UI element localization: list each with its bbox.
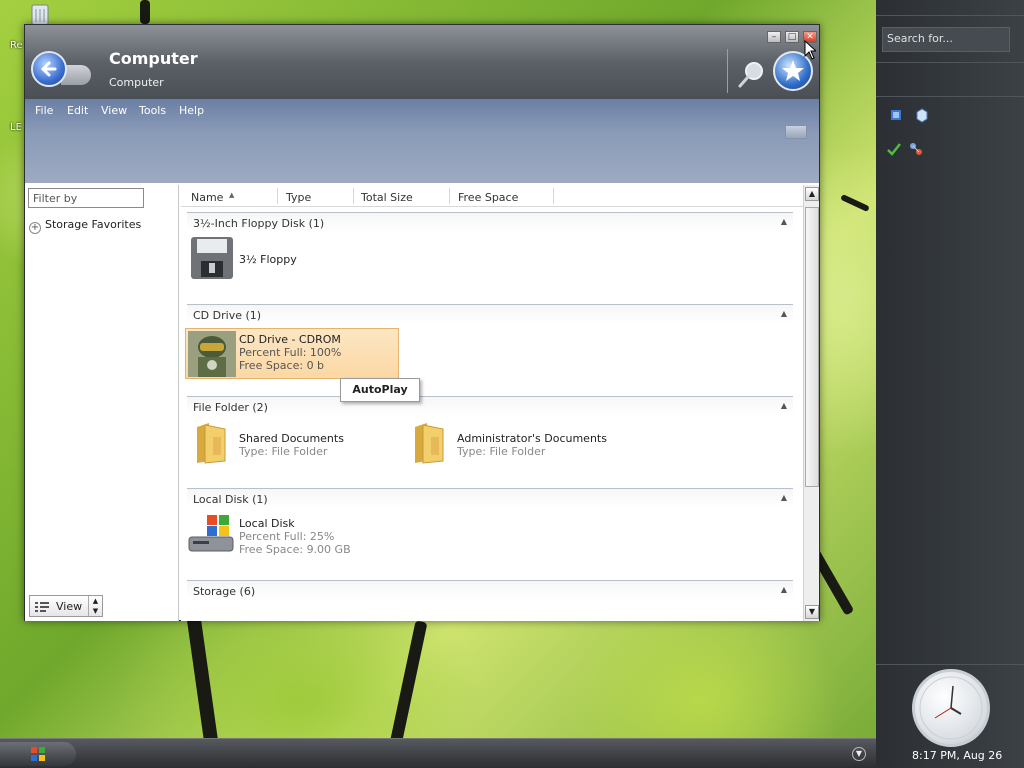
clock-time-label: 8:17 PM, Aug 26 xyxy=(912,749,1003,762)
menu-edit[interactable]: Edit xyxy=(67,104,88,117)
cd-drive-icon xyxy=(188,331,236,377)
column-divider xyxy=(353,188,354,204)
group-label: 3½-Inch Floppy Disk (1) xyxy=(193,217,325,230)
list-view-icon xyxy=(35,602,49,612)
sidebar-divider xyxy=(876,96,1024,97)
item-shared-documents-name[interactable]: Shared Documents xyxy=(239,432,344,445)
sort-ascending-icon: ▲ xyxy=(229,191,235,199)
group-label: CD Drive (1) xyxy=(193,309,262,322)
clock-icon xyxy=(919,676,983,740)
gadget-cube-icon[interactable] xyxy=(914,107,930,123)
group-header-floppy[interactable]: 3½-Inch Floppy Disk (1) ▲ xyxy=(187,212,793,232)
mouse-cursor-icon xyxy=(804,40,816,60)
item-cd-drive[interactable]: CD Drive - CDROM Percent Full: 100% Free… xyxy=(185,328,399,379)
maximize-button[interactable]: □ xyxy=(785,31,799,43)
group-label: Storage (6) xyxy=(193,585,256,598)
group-label: Local Disk (1) xyxy=(193,493,268,506)
item-local-disk-percent: Percent Full: 25% xyxy=(239,530,335,543)
desktop-icon-label: Re xyxy=(10,40,23,51)
gadget-check-icon[interactable] xyxy=(886,141,902,157)
arrow-left-icon xyxy=(40,61,57,77)
window-breadcrumb[interactable]: Computer xyxy=(109,76,164,89)
item-shared-documents-type: Type: File Folder xyxy=(239,445,328,458)
item-cd-drive-free: Free Space: 0 b xyxy=(239,359,325,372)
gadget-blue-icon[interactable] xyxy=(888,107,904,123)
filter-input[interactable]: Filter by xyxy=(28,188,144,208)
desktop-icon-label: LE xyxy=(10,122,22,133)
column-divider xyxy=(449,188,450,204)
start-button[interactable] xyxy=(0,742,76,766)
group-header-local-disk[interactable]: Local Disk (1) ▲ xyxy=(187,488,793,508)
toolbar-divider xyxy=(727,49,728,93)
sidebar-divider xyxy=(876,664,1024,665)
windows-sidebar: Search for... 8:17 PM, Aug 26 xyxy=(876,0,1024,768)
collapse-icon[interactable]: ▲ xyxy=(781,585,787,594)
windows-logo-icon xyxy=(31,747,45,761)
item-cd-drive-name: CD Drive - CDROM xyxy=(239,333,341,346)
column-total-size[interactable]: Total Size xyxy=(361,191,413,204)
floppy-disk-icon[interactable] xyxy=(189,235,235,281)
branch-decoration xyxy=(140,0,150,24)
group-header-file-folder[interactable]: File Folder (2) ▲ xyxy=(187,396,793,416)
column-type[interactable]: Type xyxy=(286,191,311,204)
title-bar[interactable]: Computer Computer – □ ✕ xyxy=(25,25,819,99)
collapse-icon[interactable]: ▲ xyxy=(781,217,787,226)
view-button-label: View xyxy=(56,600,83,613)
column-divider xyxy=(553,188,554,204)
scroll-thumb[interactable] xyxy=(805,207,819,487)
collapse-icon[interactable]: ▲ xyxy=(781,309,787,318)
autoplay-context-button[interactable]: AutoPlay xyxy=(340,378,420,402)
collapse-icon[interactable]: ▲ xyxy=(781,401,787,410)
menu-file[interactable]: File xyxy=(35,104,53,117)
item-local-disk-name[interactable]: Local Disk xyxy=(239,517,295,530)
menu-bar: File Edit View Tools Help xyxy=(25,99,819,183)
updown-icon[interactable]: ▲ ▼ xyxy=(88,596,102,616)
minimize-button[interactable]: – xyxy=(767,31,781,43)
item-admin-documents-type: Type: File Folder xyxy=(457,445,546,458)
column-name[interactable]: Name xyxy=(191,191,223,204)
item-local-disk-free: Free Space: 9.00 GB xyxy=(239,543,351,556)
window-title: Computer xyxy=(109,49,198,68)
column-free-space[interactable]: Free Space xyxy=(458,191,518,204)
column-divider xyxy=(277,188,278,204)
storage-favorites-label: Storage Favorites xyxy=(45,218,142,231)
group-header-storage[interactable]: Storage (6) ▲ xyxy=(187,580,793,600)
scroll-down-button[interactable]: ▼ xyxy=(805,605,819,619)
expand-icon[interactable]: + xyxy=(29,222,41,234)
navigation-pane: Filter by + Storage Favorites View ▲ ▼ xyxy=(25,185,179,621)
sidebar-search-input[interactable]: Search for... xyxy=(882,27,1010,52)
item-floppy-name[interactable]: 3½ Floppy xyxy=(239,253,297,266)
collapse-icon[interactable]: ▲ xyxy=(781,493,787,502)
item-cd-drive-percent: Percent Full: 100% xyxy=(239,346,342,359)
explorer-window: Computer Computer – □ ✕ File Edit View T… xyxy=(24,24,820,621)
local-disk-icon[interactable] xyxy=(187,511,235,555)
menu-help[interactable]: Help xyxy=(179,104,204,117)
item-admin-documents-name[interactable]: Administrator's Documents xyxy=(457,432,607,445)
back-button[interactable] xyxy=(31,51,67,87)
gadget-network-icon[interactable] xyxy=(908,141,924,157)
branch-decoration xyxy=(840,193,870,213)
view-button[interactable]: View ▲ ▼ xyxy=(29,595,103,617)
folder-icon[interactable] xyxy=(409,419,449,465)
search-icon[interactable] xyxy=(737,59,767,89)
storage-favorites-item[interactable]: + Storage Favorites xyxy=(29,218,141,234)
pin-button[interactable] xyxy=(785,125,807,139)
taskbar: ▼ xyxy=(0,738,876,768)
menu-tools[interactable]: Tools xyxy=(139,104,166,117)
show-hidden-icons-button[interactable]: ▼ xyxy=(852,747,866,761)
group-header-cd-drive[interactable]: CD Drive (1) ▲ xyxy=(187,304,793,324)
group-label: File Folder (2) xyxy=(193,401,268,414)
vertical-scrollbar[interactable]: ▲ ▼ xyxy=(803,185,819,621)
sidebar-divider xyxy=(876,62,1024,63)
sidebar-top-bar xyxy=(876,0,1024,16)
menu-view[interactable]: View xyxy=(101,104,127,117)
scroll-up-button[interactable]: ▲ xyxy=(805,187,819,201)
folder-icon[interactable] xyxy=(191,419,231,465)
file-list: Name ▲ Type Total Size Free Space 3½-Inc… xyxy=(181,185,803,621)
column-header: Name ▲ Type Total Size Free Space xyxy=(181,185,803,207)
clock-gadget[interactable] xyxy=(912,669,990,747)
